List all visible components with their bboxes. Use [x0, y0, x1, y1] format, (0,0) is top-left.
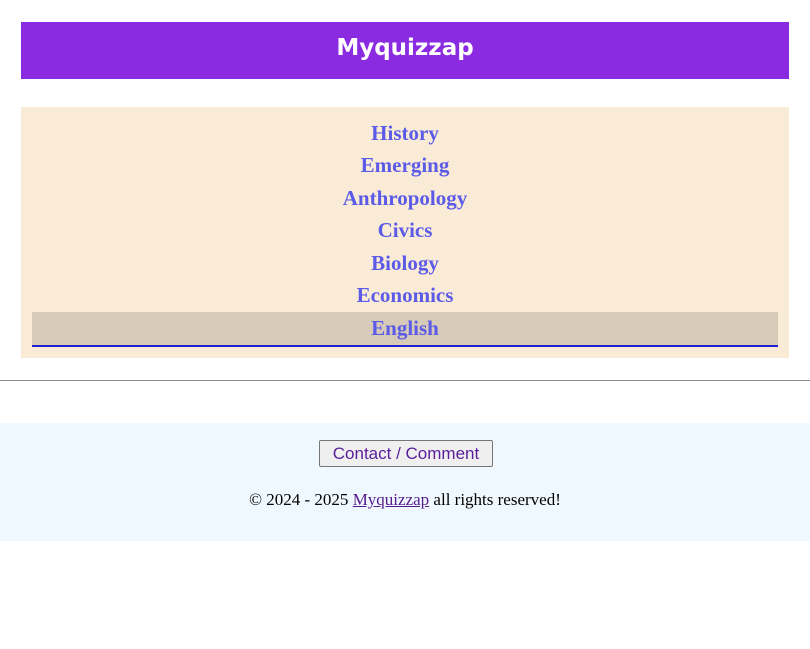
contact-comment-button[interactable]: Contact / Comment [319, 440, 493, 467]
subject-menu: History Emerging Anthropology Civics Bio… [21, 107, 789, 358]
footer-site-link[interactable]: Myquizzap [353, 490, 429, 509]
site-title: Myquizzap [336, 34, 474, 61]
menu-item-anthropology[interactable]: Anthropology [32, 182, 778, 215]
copyright-notice: © 2024 - 2025 Myquizzap all rights reser… [0, 490, 810, 510]
copyright-prefix: © 2024 - 2025 [249, 490, 349, 509]
menu-item-emerging[interactable]: Emerging [32, 149, 778, 182]
site-header: Myquizzap [21, 22, 789, 79]
horizontal-divider [0, 380, 810, 381]
menu-item-economics[interactable]: Economics [32, 279, 778, 312]
menu-item-biology[interactable]: Biology [32, 247, 778, 280]
menu-item-english[interactable]: English [32, 312, 778, 347]
menu-item-civics[interactable]: Civics [32, 214, 778, 247]
site-footer: Contact / Comment © 2024 - 2025 Myquizza… [0, 423, 810, 541]
menu-item-history[interactable]: History [32, 117, 778, 150]
copyright-suffix: all rights reserved! [433, 490, 561, 509]
